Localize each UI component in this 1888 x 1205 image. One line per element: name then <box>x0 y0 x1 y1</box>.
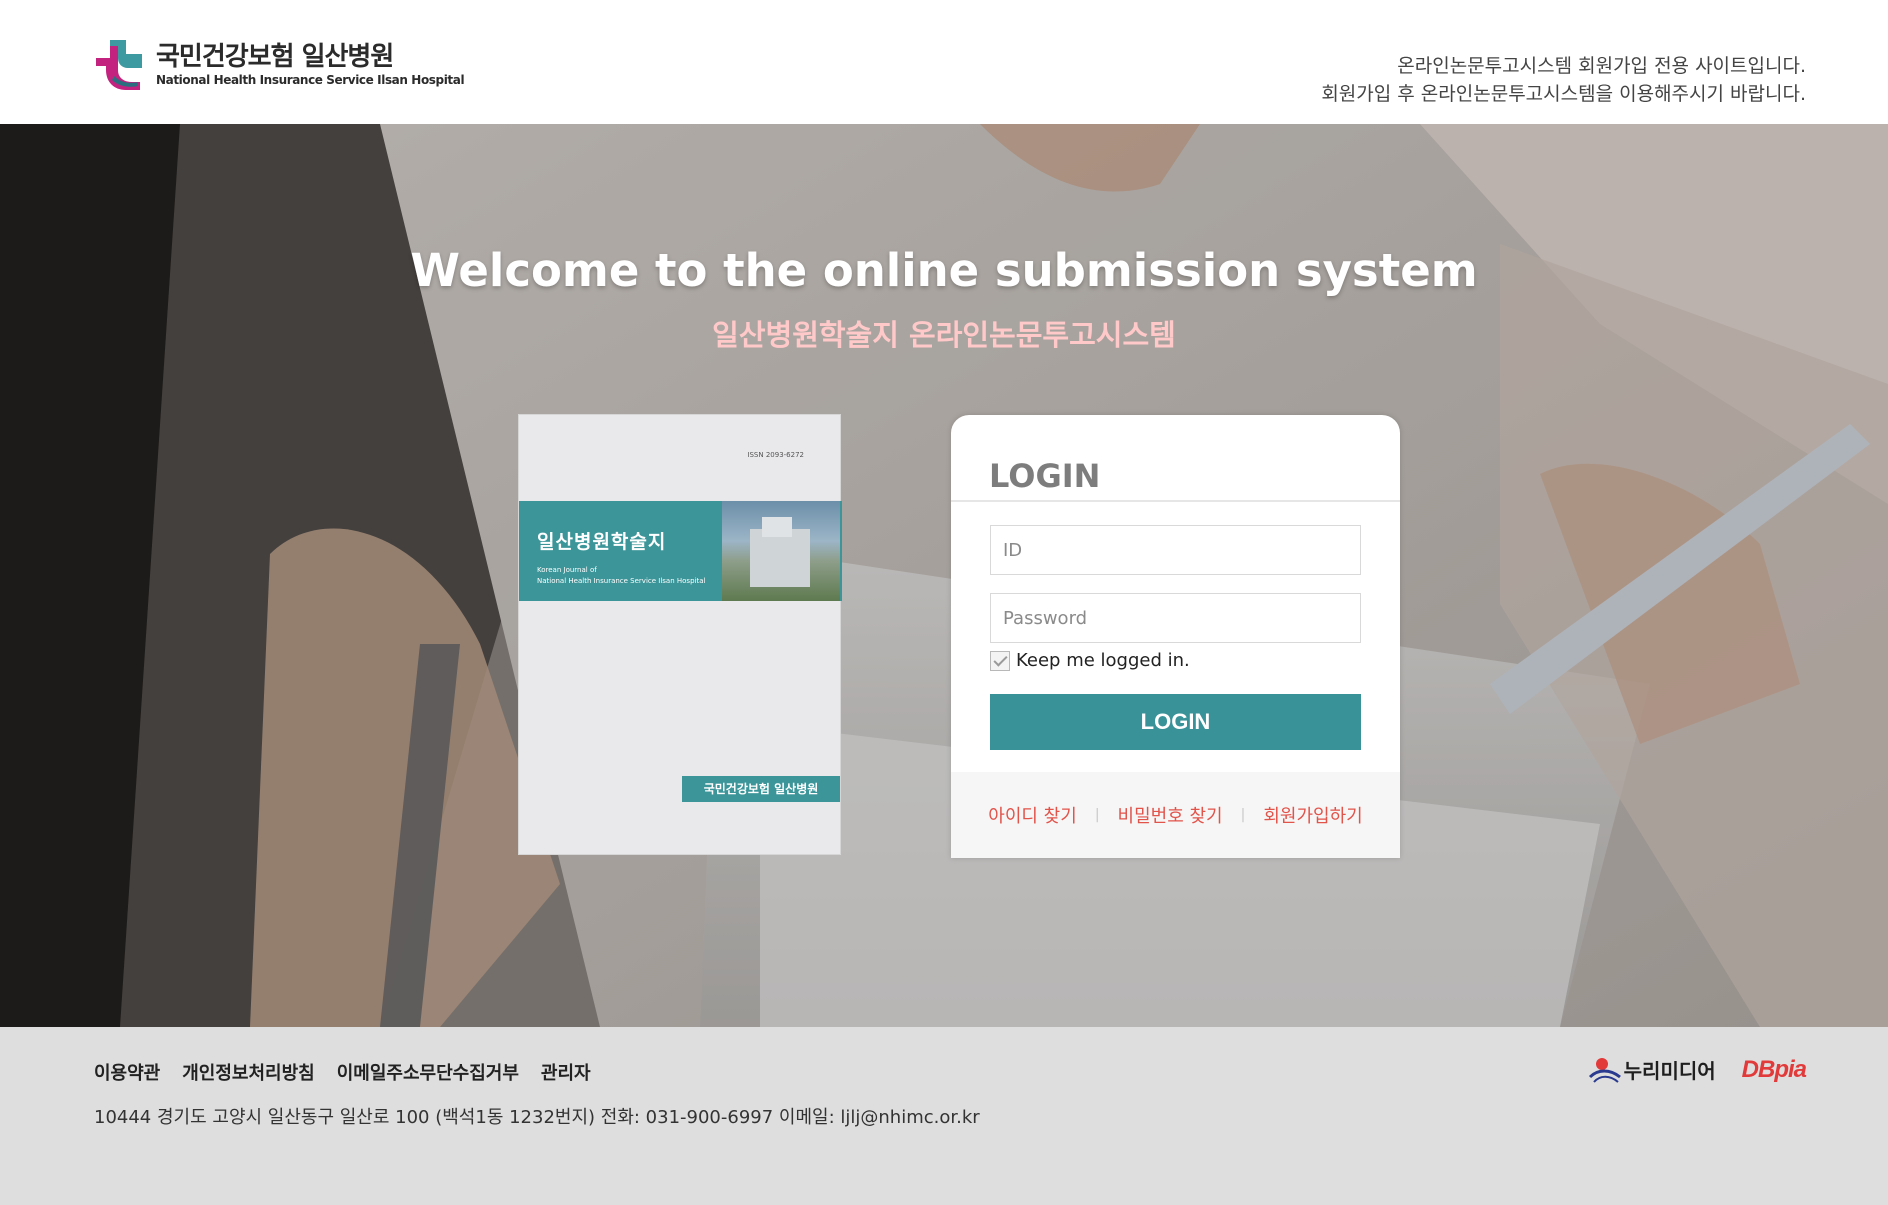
building-tower-shape <box>762 517 792 537</box>
building-shape <box>750 529 810 587</box>
footer-link-admin[interactable]: 관리자 <box>541 1059 591 1085</box>
keep-logged-in-toggle[interactable]: Keep me logged in. <box>990 650 1190 671</box>
find-password-link[interactable]: 비밀번호 찾기 <box>1118 802 1223 828</box>
keep-logged-in-checkbox[interactable] <box>990 650 1010 671</box>
nurimedia-logo[interactable]: 누리미디어 <box>1588 1055 1716 1084</box>
login-button[interactable]: LOGIN <box>990 694 1361 750</box>
partner-logos: 누리미디어 DBpia <box>1588 1055 1807 1084</box>
nurimedia-icon <box>1588 1057 1622 1083</box>
keep-logged-in-label: Keep me logged in. <box>1016 650 1190 671</box>
login-panel: LOGIN Keep me logged in. LOGIN 아이디 찾기 | … <box>951 415 1400 858</box>
cover-journal-title: 일산병원학술지 <box>537 531 667 553</box>
cover-english-line-1: Korean Journal of <box>537 566 597 574</box>
cover-issn: ISSN 2093-6272 <box>747 451 804 459</box>
logo-korean-name: 국민건강보험 일산병원 <box>156 42 394 72</box>
hero-subtitle: 일산병원학술지 온라인논문투고시스템 <box>712 318 1176 352</box>
notice-line-1: 온라인논문투고시스템 회원가입 전용 사이트입니다. <box>1397 55 1806 77</box>
header-notice: 온라인논문투고시스템 회원가입 전용 사이트입니다. 회원가입 후 온라인논문투… <box>1321 52 1806 108</box>
notice-line-2: 회원가입 후 온라인논문투고시스템을 이용해주시기 바랍니다. <box>1321 83 1806 105</box>
hero-title: Welcome to the online submission system <box>410 244 1478 297</box>
logo-english-name: National Health Insurance Service Ilsan … <box>156 73 465 87</box>
login-title: LOGIN <box>989 457 1101 495</box>
footer-link-terms[interactable]: 이용약관 <box>94 1059 160 1085</box>
site-header: 국민건강보험 일산병원 National Health Insurance Se… <box>0 0 1888 124</box>
hospital-cross-icon <box>92 36 148 94</box>
password-input[interactable] <box>990 593 1361 643</box>
link-separator: | <box>1240 807 1246 823</box>
hero-section: Welcome to the online submission system … <box>0 124 1888 1027</box>
dbpia-logo[interactable]: DBpia <box>1742 1056 1807 1084</box>
find-id-link[interactable]: 아이디 찾기 <box>988 802 1077 828</box>
register-link[interactable]: 회원가입하기 <box>1263 802 1362 828</box>
footer-nav: 이용약관 개인정보처리방침 이메일주소무단수집거부 관리자 <box>94 1059 613 1085</box>
nurimedia-label: 누리미디어 <box>1623 1059 1716 1083</box>
footer-address: 10444 경기도 고양시 일산동구 일산로 100 (백석1동 1232번지)… <box>94 1107 980 1128</box>
cover-publisher: 국민건강보험 일산병원 <box>682 776 840 802</box>
site-footer: 이용약관 개인정보처리방침 이메일주소무단수집거부 관리자 10444 경기도 … <box>0 1027 1888 1205</box>
footer-link-privacy[interactable]: 개인정보처리방침 <box>182 1059 314 1085</box>
cover-journal-english-title: Korean Journal of National Health Insura… <box>537 565 705 587</box>
cover-hospital-photo <box>722 501 840 601</box>
cover-english-line-2: National Health Insurance Service Ilsan … <box>537 577 706 585</box>
hospital-logo[interactable]: 국민건강보험 일산병원 National Health Insurance Se… <box>92 36 465 94</box>
footer-link-email-refusal[interactable]: 이메일주소무단수집거부 <box>337 1059 519 1085</box>
link-separator: | <box>1094 807 1100 823</box>
journal-cover-image: ISSN 2093-6272 일산병원학술지 Korean Journal of… <box>518 414 842 855</box>
id-input[interactable] <box>990 525 1361 575</box>
login-divider <box>951 500 1400 502</box>
login-links: 아이디 찾기 | 비밀번호 찾기 | 회원가입하기 <box>951 772 1400 858</box>
